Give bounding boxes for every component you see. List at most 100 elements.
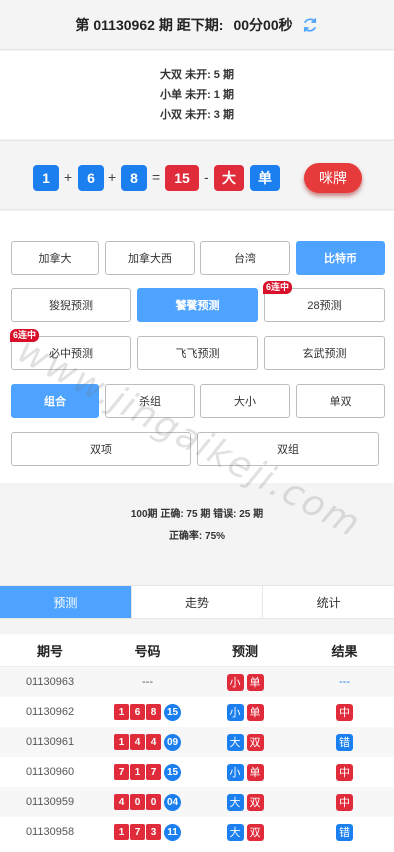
play-double-combo[interactable]: 双组 xyxy=(197,432,379,466)
prediction-tag: 大 xyxy=(226,823,244,841)
prediction-tag: 单 xyxy=(246,703,264,721)
table-row: 01130959 4 0 0 04 大双 中 xyxy=(0,787,394,817)
row-numbers: 1 7 3 11 xyxy=(100,823,195,841)
row-prediction: 小单 xyxy=(195,703,295,721)
predictor-bizhong[interactable]: 6连中 必中预测 xyxy=(10,329,131,370)
sum-circle: 04 xyxy=(164,793,181,811)
row-issue: 01130960 xyxy=(25,766,75,778)
play-parity[interactable]: 单双 xyxy=(296,384,385,418)
result-num-3: 8 xyxy=(121,165,147,191)
number-square: 7 xyxy=(114,764,129,780)
prediction-tag: 双 xyxy=(246,793,264,811)
page: 第 01130962 期 距下期: 00分00秒 大双 未开: 5 期 小单 未… xyxy=(0,0,394,852)
table-row: 01130962 1 6 8 15 小单中 xyxy=(0,697,394,727)
accuracy-stats: 100期 正确: 75 期 错误: 25 期 正确率: 75% xyxy=(0,484,394,568)
row-issue: 01130958 xyxy=(25,826,75,838)
prediction-table: 期号 号码 预测 结果 01130963 --- 小单 --- 01130962 1 6 8 1… xyxy=(0,634,394,852)
play-combo[interactable]: 组合 xyxy=(11,384,99,418)
predictor-bizhong-label: 必中预测 xyxy=(49,348,93,360)
prediction-tag: 小 xyxy=(226,673,244,691)
number-square: 4 xyxy=(146,734,161,750)
hot-badge: 6连中 xyxy=(263,281,293,294)
header-result: 结果 xyxy=(331,643,358,659)
number-square: 0 xyxy=(146,794,161,810)
region-canada-west[interactable]: 加拿大西 xyxy=(105,241,195,275)
prediction-tag: 双 xyxy=(246,733,264,751)
countdown: 00分00秒 xyxy=(233,16,293,33)
row-result: 中 xyxy=(295,793,394,811)
number-square: 1 xyxy=(114,824,129,840)
plus-sign: + xyxy=(64,169,73,185)
hot-badge: 6连中 xyxy=(10,329,40,342)
table-row: 01130958 1 7 3 11 大双错 xyxy=(0,817,394,847)
row-result: 中 xyxy=(295,763,394,781)
row-issue: 01130959 xyxy=(25,796,75,808)
issue-prefix: 第 xyxy=(75,16,90,33)
prediction-tag: 大 xyxy=(226,793,244,811)
number-square: 4 xyxy=(130,734,145,750)
result-size: 大 xyxy=(214,165,244,191)
pending-numbers: --- xyxy=(142,676,153,688)
header-numbers: 号码 xyxy=(134,643,161,659)
number-square: 6 xyxy=(130,704,145,720)
row-prediction: 小单 xyxy=(195,763,295,781)
row-numbers: 1 6 8 15 xyxy=(100,703,195,721)
header-bar: 第 01130962 期 距下期: 00分00秒 xyxy=(0,0,394,50)
tab-trend[interactable]: 走势 xyxy=(132,586,264,618)
predictor-28[interactable]: 6连中 28预测 xyxy=(263,281,385,322)
tab-bar: 预测 走势 统计 xyxy=(0,585,394,619)
tab-predict[interactable]: 预测 xyxy=(0,586,132,618)
result-parity: 单 xyxy=(250,165,280,191)
row-prediction: 大双 xyxy=(195,733,295,751)
result-sum: 15 xyxy=(165,165,199,191)
region-bitcoin[interactable]: 比特币 xyxy=(296,241,385,275)
result-tag: 错 xyxy=(336,733,353,751)
row-numbers: 7 1 7 15 xyxy=(100,763,195,781)
predictor-feifei[interactable]: 飞飞预测 xyxy=(137,336,258,370)
row-numbers: 4 0 0 04 xyxy=(100,793,195,811)
row-numbers: 1 4 4 09 xyxy=(100,733,195,751)
row-result: 错 xyxy=(295,823,394,841)
region-canada[interactable]: 加拿大 xyxy=(11,241,99,275)
row-result: 中 xyxy=(295,703,394,721)
row-issue: 01130963 xyxy=(25,676,75,688)
table-body: 01130963 --- 小单 --- 01130962 1 6 8 15 小单中 01130961… xyxy=(0,667,394,847)
region-taiwan[interactable]: 台湾 xyxy=(200,241,290,275)
play-kill-combo[interactable]: 杀组 xyxy=(105,384,195,418)
mipai-button[interactable]: 咪牌 xyxy=(304,163,362,193)
prediction-tag: 单 xyxy=(246,673,264,691)
play-size[interactable]: 大小 xyxy=(200,384,290,418)
table-row: 01130963 --- 小单 --- xyxy=(0,667,394,697)
issue-suffix: 期 距下期: xyxy=(158,16,224,33)
result-tag: 错 xyxy=(336,823,353,841)
prediction-tag: 小 xyxy=(226,763,244,781)
predictor-xuanwu[interactable]: 玄武预测 xyxy=(264,336,385,370)
play-double-item[interactable]: 双项 xyxy=(11,432,191,466)
row-prediction: 小单 xyxy=(195,673,295,691)
number-square: 1 xyxy=(130,764,145,780)
missing-streaks: 大双 未开: 5 期 小单 未开: 1 期 小双 未开: 3 期 xyxy=(0,51,394,139)
result-pending: --- xyxy=(339,676,350,688)
header-prediction: 预测 xyxy=(231,643,258,659)
result-tag: 中 xyxy=(336,793,353,811)
row-result: 错 xyxy=(295,733,394,751)
prediction-tag: 双 xyxy=(246,823,264,841)
prediction-tag: 小 xyxy=(226,703,244,721)
tab-stats[interactable]: 统计 xyxy=(263,586,394,618)
row-numbers: --- xyxy=(100,676,195,688)
predictor-taotie[interactable]: 饕餮预测 xyxy=(137,288,258,322)
sum-circle: 15 xyxy=(164,763,181,781)
latest-result: 1 + 6 + 8 = 15 - 大 单 咪牌 xyxy=(0,140,394,210)
predictor-suanni[interactable]: 狻猊预测 xyxy=(11,288,131,322)
missing-line: 小双 未开: 3 期 xyxy=(160,109,234,121)
prediction-tag: 单 xyxy=(246,763,264,781)
result-num-1: 1 xyxy=(33,165,59,191)
accuracy-rate: 正确率: 75% xyxy=(168,531,226,542)
option-panel: 加拿大 加拿大西 台湾 比特币 狻猊预测 饕餮预测 6连中 28预测 6连中 必… xyxy=(0,211,394,483)
table-row: 01130960 7 1 7 15 小单中 xyxy=(0,757,394,787)
number-square: 3 xyxy=(146,824,161,840)
stats-line: 100期 正确: 75 期 错误: 25 期 xyxy=(130,509,264,520)
equals-sign: = xyxy=(152,169,161,185)
refresh-icon[interactable] xyxy=(301,16,319,34)
row-prediction: 大双 xyxy=(195,823,295,841)
